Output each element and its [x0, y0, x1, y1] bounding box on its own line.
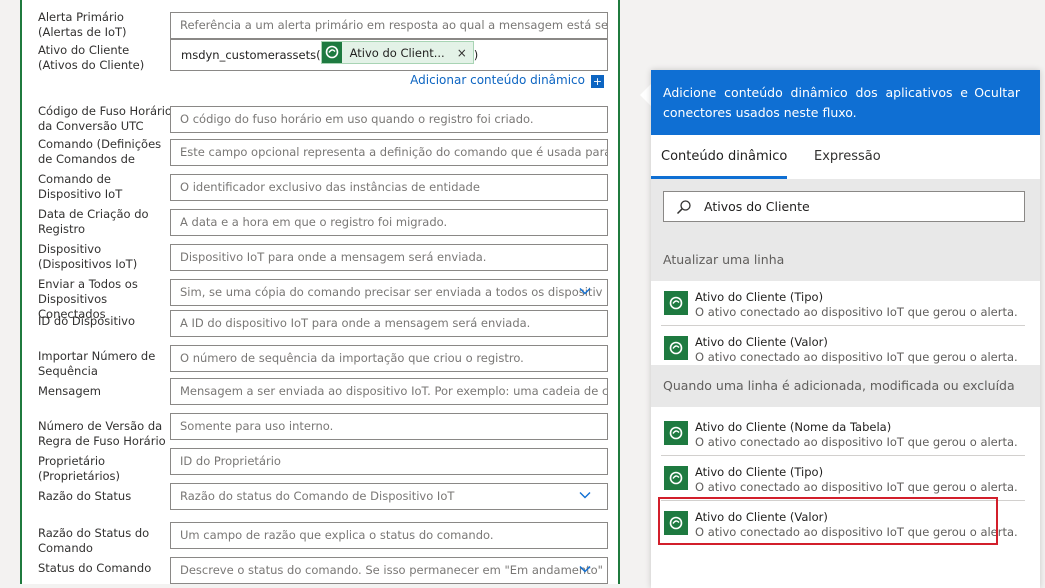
record-created-input[interactable]: A data e a hora em que o registro foi mi…: [170, 209, 608, 236]
field-label: Data de Criação do Registro: [38, 207, 149, 236]
field-label: Proprietário (Proprietários): [38, 454, 121, 483]
primary-alert-input[interactable]: Referência a um alerta primário em respo…: [170, 12, 608, 39]
field-label: Razão do Status: [38, 489, 132, 503]
search-input[interactable]: Ativos do Cliente: [663, 191, 1025, 222]
panel-pointer: [640, 84, 651, 106]
device-id-input[interactable]: A ID do dispositivo IoT para onde a mens…: [170, 310, 608, 337]
field-label: Status do Comando: [38, 561, 152, 575]
section-header-update-row: Atualizar uma linha: [651, 239, 1040, 281]
field-label: Código de Fuso Horário da Conversão UTC: [38, 104, 172, 133]
dropdown-value: Razão do status do Comando de Dispositiv…: [180, 489, 455, 503]
value-prefix: msdyn_customerassets(: [181, 48, 321, 62]
token-remove-icon[interactable]: ×: [457, 46, 467, 60]
item-description: O ativo conectado ao dispositivo IoT que…: [695, 435, 1018, 449]
add-dynamic-content-link[interactable]: Adicionar conteúdo dinâmico +: [410, 73, 604, 88]
add-icon: +: [591, 75, 604, 88]
item-title: Ativo do Cliente (Nome da Tabela): [695, 420, 892, 434]
tab-dynamic-content[interactable]: Conteúdo dinâmico: [661, 149, 787, 164]
dataverse-icon: [664, 291, 688, 315]
field-label: Comando de Dispositivo IoT: [38, 172, 172, 202]
dropdown-value: Descreve o status do comando. Se isso pe…: [180, 563, 603, 577]
dynamic-token[interactable]: Ativo do Client... ×: [320, 41, 474, 64]
token-label: Ativo do Client...: [349, 46, 445, 60]
timezone-rule-input[interactable]: Somente para uso interno.: [170, 413, 608, 440]
search-icon: [676, 200, 691, 215]
field-label: Importar Número de Sequência: [38, 349, 156, 378]
send-all-dropdown[interactable]: Sim, se uma cópia do comando precisar se…: [170, 279, 608, 306]
item-title: Ativo do Cliente (Valor): [695, 335, 828, 349]
iot-command-input[interactable]: O identificador exclusivo das instâncias…: [170, 174, 608, 201]
highlight-box: [658, 497, 998, 545]
search-value: Ativos do Cliente: [704, 199, 810, 214]
command-status-dropdown[interactable]: Descreve o status do comando. Se isso pe…: [170, 557, 608, 584]
panel-header-text: Adicione conteúdo dinâmico dos aplicativ…: [663, 85, 968, 120]
customer-asset-input[interactable]: msdyn_customerassets( Ativo do Client... ×…: [170, 39, 608, 71]
utc-timezone-input[interactable]: O código do fuso horário em uso quando o…: [170, 106, 608, 133]
dataverse-icon: [664, 336, 688, 360]
add-dynamic-content-label: Adicionar conteúdo dinâmico: [410, 73, 585, 87]
field-label: Número de Versão da Regra de Fuso Horári…: [38, 419, 166, 448]
command-definition-input[interactable]: Este campo opcional representa a definiç…: [170, 139, 608, 166]
list-item[interactable]: Ativo do Cliente (Nome da Tabela) O ativ…: [651, 411, 1040, 456]
field-label: ID do Dispositivo: [38, 314, 136, 328]
field-label: Mensagem: [38, 384, 101, 398]
dropdown-value: Sim, se uma cópia do comando precisar se…: [180, 285, 603, 299]
command-status-reason-input[interactable]: Um campo de razão que explica o status d…: [170, 522, 608, 549]
dataverse-icon: [321, 42, 342, 63]
field-label: Ativo do Cliente (Ativos do Cliente): [38, 43, 145, 72]
section-header-row-changed: Quando uma linha é adicionada, modificad…: [651, 365, 1040, 407]
field-label: Comando (Definições de Comandos de Dispo…: [38, 137, 162, 166]
item-description: O ativo conectado ao dispositivo IoT que…: [695, 305, 1018, 319]
panel-tabs: Conteúdo dinâmico Expressão: [651, 135, 1040, 179]
chevron-down-icon: [579, 566, 591, 573]
message-input[interactable]: Mensagem a ser enviada ao dispositivo Io…: [170, 378, 608, 405]
item-title: Ativo do Cliente (Tipo): [695, 465, 824, 479]
status-reason-dropdown[interactable]: Razão do status do Comando de Dispositiv…: [170, 483, 608, 510]
import-sequence-input[interactable]: O número de sequência da importação que …: [170, 345, 608, 372]
chevron-down-icon: [579, 288, 591, 295]
chevron-down-icon: [579, 492, 591, 499]
field-label: Razão do Status do Comando: [38, 526, 150, 555]
device-input[interactable]: Dispositivo IoT para onde a mensagem ser…: [170, 244, 608, 271]
item-title: Ativo do Cliente (Tipo): [695, 290, 824, 304]
action-card: Alerta Primário (Alertas de IoT) Referên…: [20, 0, 620, 584]
field-label: Alerta Primário (Alertas de IoT): [38, 10, 127, 39]
hide-panel-button[interactable]: Ocultar: [974, 83, 1020, 103]
dataverse-icon: [664, 421, 688, 445]
item-description: O ativo conectado ao dispositivo IoT que…: [695, 350, 1018, 364]
value-suffix: ): [473, 48, 479, 62]
owner-input[interactable]: ID do Proprietário: [170, 448, 608, 475]
list-item[interactable]: Ativo do Cliente (Tipo) O ativo conectad…: [651, 281, 1040, 326]
search-area: Ativos do Cliente: [651, 179, 1040, 239]
tab-expression[interactable]: Expressão: [814, 149, 881, 164]
item-description: O ativo conectado ao dispositivo IoT que…: [695, 480, 1018, 494]
dataverse-icon: [664, 466, 688, 490]
panel-header: Adicione conteúdo dinâmico dos aplicativ…: [651, 70, 1040, 135]
field-label: Dispositivo (Dispositivos IoT): [38, 242, 138, 271]
list-item[interactable]: Ativo do Cliente (Tipo) O ativo conectad…: [651, 456, 1040, 501]
